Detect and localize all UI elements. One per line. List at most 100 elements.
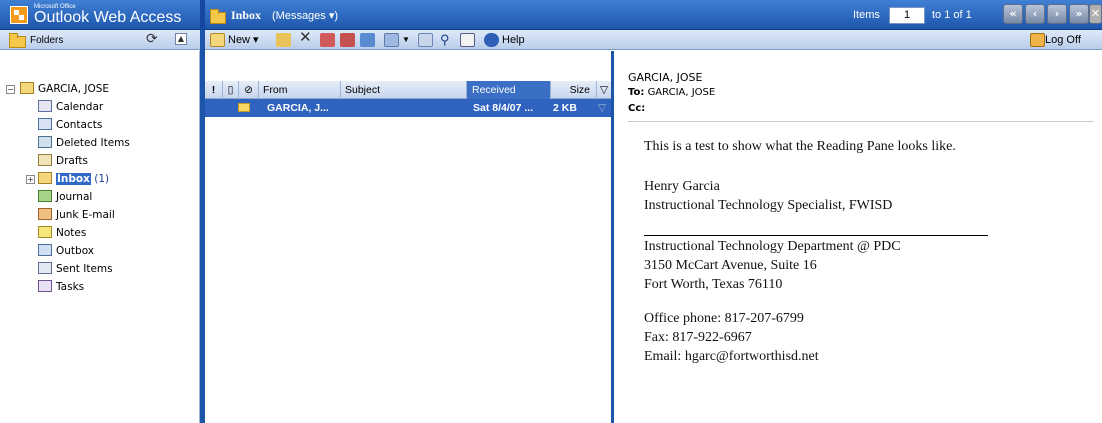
view-selector[interactable]: (Messages ▾) [272, 9, 338, 22]
reply-icon[interactable] [320, 33, 335, 47]
first-page-icon[interactable]: « [1003, 4, 1023, 24]
tree-item-deleted-items[interactable]: Deleted Items [38, 135, 130, 151]
tree-item-label: Tasks [56, 281, 85, 293]
collapse-pane-icon[interactable]: ▲ [175, 33, 187, 45]
folder-title: Inbox [231, 8, 262, 22]
tree-item-label: Outbox [56, 245, 95, 257]
reading-pane-dropdown-icon[interactable]: ▼ [402, 32, 410, 48]
from-column[interactable]: From [259, 81, 341, 99]
logoff-button[interactable]: Log Off [1045, 32, 1081, 48]
tree-item-outbox[interactable]: Outbox [38, 243, 94, 259]
tree-item-label: Drafts [56, 155, 88, 167]
message-list: ! ▯ ⊘ From Subject Received Size ▽ GARCI… [205, 51, 611, 423]
header-divider [628, 121, 1094, 122]
tree-item-label: Calendar [56, 101, 104, 113]
title-separator [200, 0, 205, 30]
reading-pane-icon[interactable] [384, 33, 399, 47]
tree-item-notes[interactable]: Notes [38, 225, 86, 241]
mailbox-icon [20, 82, 34, 94]
tree-item-label: Inbox [56, 173, 91, 185]
journal-icon [38, 190, 52, 202]
tree-item-drafts[interactable]: Drafts [38, 153, 88, 169]
tree-root[interactable]: GARCIA, JOSE [20, 81, 109, 97]
tree-item-label: Journal [56, 191, 93, 203]
previous-page-icon[interactable]: ‹ [1025, 4, 1045, 24]
inbox-folder-icon [210, 9, 226, 24]
folders-icon [9, 33, 26, 48]
forward-icon[interactable] [360, 33, 375, 47]
inbox-icon [38, 172, 52, 184]
toolbar: Folders ⟳ ▲ New ▾ ✕ ▼ ⚲ Help Log Off [0, 30, 1102, 50]
title-bar: Microsoft Office Outlook Web Access Inbo… [0, 0, 1102, 30]
root-collapse-icon[interactable]: − [6, 85, 15, 94]
body-line: Instructional Technology Department @ PD… [644, 239, 901, 254]
contacts-icon [38, 118, 52, 130]
tree-item-junk-email[interactable]: Junk E-mail [38, 207, 115, 223]
tree-item-contacts[interactable]: Contacts [38, 117, 102, 133]
deleted-items-icon [38, 136, 52, 148]
subject-column[interactable]: Subject [341, 81, 467, 99]
to-label: To: [628, 87, 645, 98]
folders-label: Folders [30, 35, 64, 46]
items-label: Items [853, 9, 880, 21]
calendar-icon [38, 100, 52, 112]
flag-icon[interactable]: ▽ [598, 99, 606, 117]
envelope-icon [238, 103, 250, 112]
new-message-icon [210, 33, 225, 47]
body-line: Office phone: 817-207-6799 [644, 311, 804, 326]
tree-item-calendar[interactable]: Calendar [38, 99, 103, 115]
tree-item-tasks[interactable]: Tasks [38, 279, 84, 295]
notes-icon [38, 226, 52, 238]
logoff-icon [1030, 33, 1045, 47]
close-icon[interactable]: ✕ [1089, 4, 1102, 24]
filter-icon[interactable]: ▽ [597, 81, 611, 99]
reply-all-icon[interactable] [340, 33, 355, 47]
app-title: Outlook Web Access [34, 9, 182, 26]
tree-item-label: Deleted Items [56, 137, 130, 149]
page-number-input[interactable]: 1 [889, 7, 925, 24]
items-range: to 1 of 1 [932, 9, 972, 21]
last-page-icon[interactable]: » [1069, 4, 1089, 24]
size-column[interactable]: Size [551, 81, 597, 99]
body-line: 3150 McCart Avenue, Suite 16 [644, 258, 817, 273]
new-button[interactable]: New ▾ [228, 32, 259, 48]
junk-email-icon [38, 208, 52, 220]
attachment-column[interactable]: ⊘ [239, 81, 259, 99]
help-icon [484, 33, 499, 47]
received-column[interactable]: Received [467, 81, 551, 99]
importance-column[interactable]: ! [205, 81, 223, 99]
tree-item-sent-items[interactable]: Sent Items [38, 261, 113, 277]
inbox-expand-icon[interactable]: + [26, 175, 35, 184]
delete-icon[interactable]: ✕ [299, 30, 312, 46]
outbox-icon [38, 244, 52, 256]
type-column[interactable]: ▯ [223, 81, 239, 99]
reading-to-line: To: GARCIA, JOSE [628, 87, 715, 98]
find-icon[interactable]: ⚲ [440, 32, 450, 48]
body-line: This is a test to show what the Reading … [644, 139, 956, 154]
reading-from: GARCIA, JOSE [628, 71, 703, 84]
folder-tree: − GARCIA, JOSE Calendar Contacts Deleted… [0, 51, 200, 423]
body-line: Henry Garcia [644, 179, 720, 194]
address-book-icon[interactable] [418, 33, 433, 47]
office-logo-icon [10, 6, 28, 24]
book-icon[interactable] [460, 33, 475, 47]
message-row[interactable]: GARCIA, J... Sat 8/4/07 ... 2 KB ▽ [205, 99, 611, 117]
tree-item-label: Sent Items [56, 263, 113, 275]
list-header: ! ▯ ⊘ From Subject Received Size ▽ [205, 81, 611, 99]
next-page-icon[interactable]: › [1047, 4, 1067, 24]
tree-item-journal[interactable]: Journal [38, 189, 92, 205]
body-line: Fort Worth, Texas 76110 [644, 277, 783, 292]
tree-item-label: Contacts [56, 119, 103, 131]
message-from: GARCIA, J... [267, 102, 329, 114]
unread-count: (1) [94, 173, 110, 185]
move-icon[interactable] [276, 33, 291, 47]
tree-item-inbox[interactable]: Inbox (1) [38, 171, 109, 187]
body-line: Instructional Technology Specialist, FWI… [644, 198, 893, 213]
message-received: Sat 8/4/07 ... [473, 102, 534, 114]
tree-root-label: GARCIA, JOSE [38, 83, 110, 95]
tree-item-label: Notes [56, 227, 87, 239]
cc-label: Cc: [628, 103, 646, 114]
help-button[interactable]: Help [502, 32, 525, 48]
drafts-icon [38, 154, 52, 166]
refresh-icon[interactable]: ⟳ [146, 31, 158, 47]
